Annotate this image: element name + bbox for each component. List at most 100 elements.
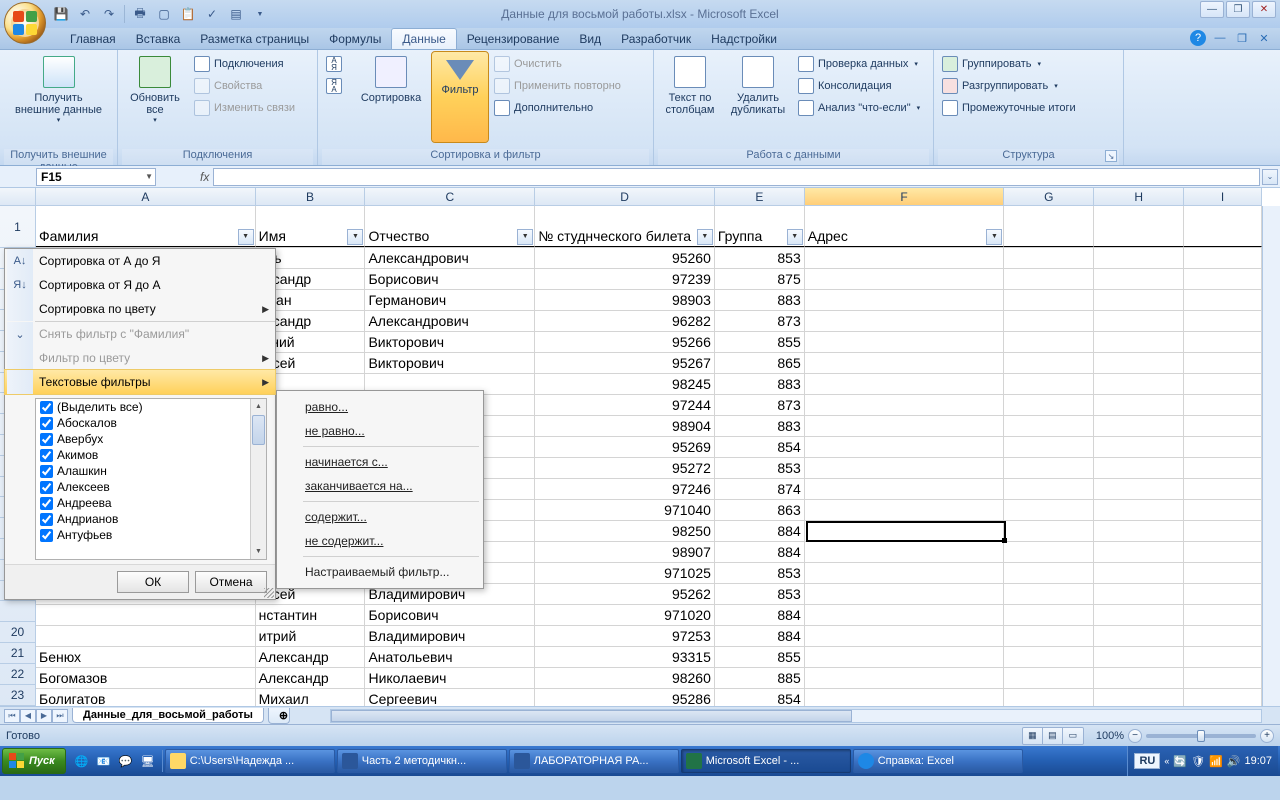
cell[interactable] — [1184, 584, 1262, 604]
taskbar-task-4[interactable]: Microsoft Excel - ... — [681, 749, 851, 773]
cell[interactable] — [1004, 479, 1094, 499]
cell[interactable]: Бенюх — [36, 647, 256, 667]
col-header-I[interactable]: I — [1184, 188, 1262, 205]
cell[interactable] — [805, 332, 1005, 352]
cell[interactable] — [1004, 584, 1094, 604]
office-button[interactable] — [4, 2, 46, 44]
cell[interactable] — [1004, 248, 1094, 268]
cell[interactable]: 96282 — [535, 311, 715, 331]
cell[interactable] — [1094, 605, 1184, 625]
cell[interactable]: 971020 — [535, 605, 715, 625]
tab-view[interactable]: Вид — [569, 29, 611, 49]
cell[interactable] — [1004, 542, 1094, 562]
filter-value-item[interactable]: Андрианов — [36, 511, 266, 527]
cell[interactable] — [1094, 479, 1184, 499]
cell[interactable] — [1184, 668, 1262, 688]
cell[interactable]: 883 — [715, 374, 805, 394]
filter-button[interactable]: Фильтр — [432, 52, 488, 142]
filter-value-checkbox[interactable] — [40, 417, 53, 430]
filter-value-item[interactable]: Абоскалов — [36, 415, 266, 431]
cell[interactable] — [1184, 290, 1262, 310]
tab-page-layout[interactable]: Разметка страницы — [190, 29, 319, 49]
formula-input[interactable] — [213, 168, 1260, 186]
filter-value-item[interactable]: Акимов — [36, 447, 266, 463]
qat-icon-5[interactable]: ▤ — [227, 5, 245, 23]
remove-duplicates-button[interactable]: Удалить дубликаты — [724, 52, 792, 142]
scroll-up-icon[interactable]: ▲ — [251, 399, 266, 414]
col-header-A[interactable]: A — [36, 188, 256, 205]
filter-contains-item[interactable]: содержит... — [277, 505, 483, 529]
sort-za-button[interactable]: ЯА — [322, 76, 346, 96]
qat-print-icon[interactable]: 🖶 — [131, 5, 149, 23]
tray-clock[interactable]: 19:07 — [1244, 755, 1272, 767]
chevron-down-icon[interactable]: ▼ — [145, 172, 153, 181]
cell[interactable] — [1004, 332, 1094, 352]
col-header-H[interactable]: H — [1094, 188, 1184, 205]
cell[interactable] — [1184, 311, 1262, 331]
cell[interactable]: 884 — [715, 605, 805, 625]
reapply-button[interactable]: Применить повторно — [490, 76, 625, 96]
data-row[interactable]: нстантинБорисович971020884 — [36, 605, 1262, 626]
cell[interactable]: 97239 — [535, 269, 715, 289]
scroll-thumb[interactable] — [252, 415, 265, 445]
quick-launch-3[interactable]: 💬 — [116, 750, 136, 772]
cell[interactable] — [1184, 626, 1262, 646]
cell[interactable]: 853 — [715, 458, 805, 478]
cell[interactable] — [1094, 437, 1184, 457]
tab-developer[interactable]: Разработчик — [611, 29, 701, 49]
cell[interactable]: 853 — [715, 248, 805, 268]
formula-expand-button[interactable]: ⌄ — [1262, 169, 1278, 185]
ungroup-button[interactable]: Разгруппировать▾ — [938, 76, 1080, 96]
cell[interactable]: 95262 — [535, 584, 715, 604]
col-header-E[interactable]: E — [715, 188, 805, 205]
quick-launch-4[interactable]: 🖥 — [138, 750, 158, 772]
cell[interactable]: 98903 — [535, 290, 715, 310]
cell[interactable]: 98260 — [535, 668, 715, 688]
cell[interactable] — [805, 248, 1005, 268]
sort-by-color-item[interactable]: Сортировка по цвету▶ — [5, 297, 275, 321]
cell[interactable] — [1184, 479, 1262, 499]
cell[interactable] — [1004, 290, 1094, 310]
cell[interactable] — [1004, 353, 1094, 373]
edit-links-button[interactable]: Изменить связи — [190, 98, 299, 118]
qat-icon-3[interactable]: 📋 — [179, 5, 197, 23]
cell[interactable]: 884 — [715, 521, 805, 541]
filter-value-item[interactable]: Авербух — [36, 431, 266, 447]
cell[interactable] — [1184, 500, 1262, 520]
data-validation-button[interactable]: Проверка данных▾ — [794, 54, 924, 74]
col-header-C[interactable]: C — [365, 188, 535, 205]
col-header-D[interactable]: D — [535, 188, 715, 205]
save-icon[interactable]: 💾 — [52, 5, 70, 23]
filter-list-scrollbar[interactable]: ▲ ▼ — [250, 399, 266, 559]
tab-data[interactable]: Данные — [391, 28, 456, 49]
filter-custom-item[interactable]: Настраиваемый фильтр... — [277, 560, 483, 584]
tab-addins[interactable]: Надстройки — [701, 29, 787, 49]
filter-value-checkbox[interactable] — [40, 529, 53, 542]
cell[interactable] — [1184, 521, 1262, 541]
select-all-checkbox[interactable] — [40, 401, 53, 414]
cell[interactable] — [1094, 647, 1184, 667]
filter-cancel-button[interactable]: Отмена — [195, 571, 267, 593]
cell[interactable] — [1094, 626, 1184, 646]
col-header-G[interactable]: G — [1004, 188, 1094, 205]
cell[interactable]: 873 — [715, 395, 805, 415]
cell[interactable]: 884 — [715, 626, 805, 646]
cell[interactable] — [1094, 416, 1184, 436]
cell[interactable]: 885 — [715, 668, 805, 688]
cell[interactable] — [1004, 374, 1094, 394]
cell[interactable] — [1004, 605, 1094, 625]
cell[interactable] — [1184, 374, 1262, 394]
cell[interactable] — [1094, 374, 1184, 394]
col-header-F[interactable]: F — [805, 188, 1005, 205]
row-header[interactable]: 1 — [0, 206, 36, 248]
cell[interactable]: 97246 — [535, 479, 715, 499]
filter-value-checkbox[interactable] — [40, 465, 53, 478]
col-header-B[interactable]: B — [256, 188, 366, 205]
redo-icon[interactable]: ↷ — [100, 5, 118, 23]
cell[interactable] — [1004, 437, 1094, 457]
cell[interactable]: 854 — [715, 437, 805, 457]
cell[interactable]: Анатольевич — [365, 647, 535, 667]
qat-icon-2[interactable]: ▢ — [155, 5, 173, 23]
filter-value-checkbox[interactable] — [40, 433, 53, 446]
data-row[interactable]: БогомазовАлександрНиколаевич98260885 — [36, 668, 1262, 689]
